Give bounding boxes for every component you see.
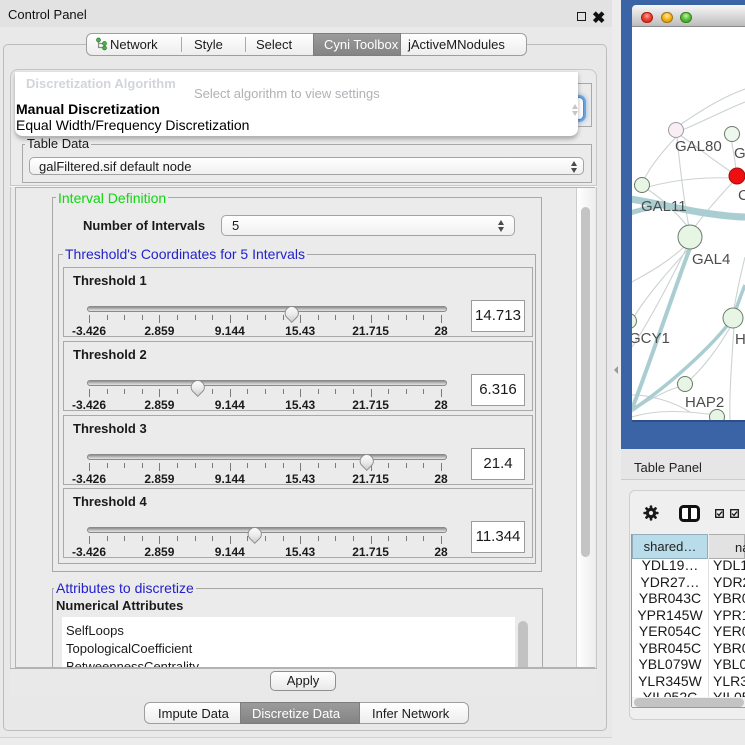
svg-text:GCY1: GCY1: [632, 330, 670, 347]
svg-text:GAL80: GAL80: [675, 138, 722, 155]
svg-text:GAL4: GAL4: [692, 251, 730, 268]
svg-text:GAL11: GAL11: [641, 198, 687, 215]
svg-text:GA: GA: [734, 145, 745, 162]
svg-text:H: H: [735, 331, 745, 348]
svg-text:C: C: [738, 187, 745, 204]
svg-text:HAP2: HAP2: [685, 394, 724, 411]
